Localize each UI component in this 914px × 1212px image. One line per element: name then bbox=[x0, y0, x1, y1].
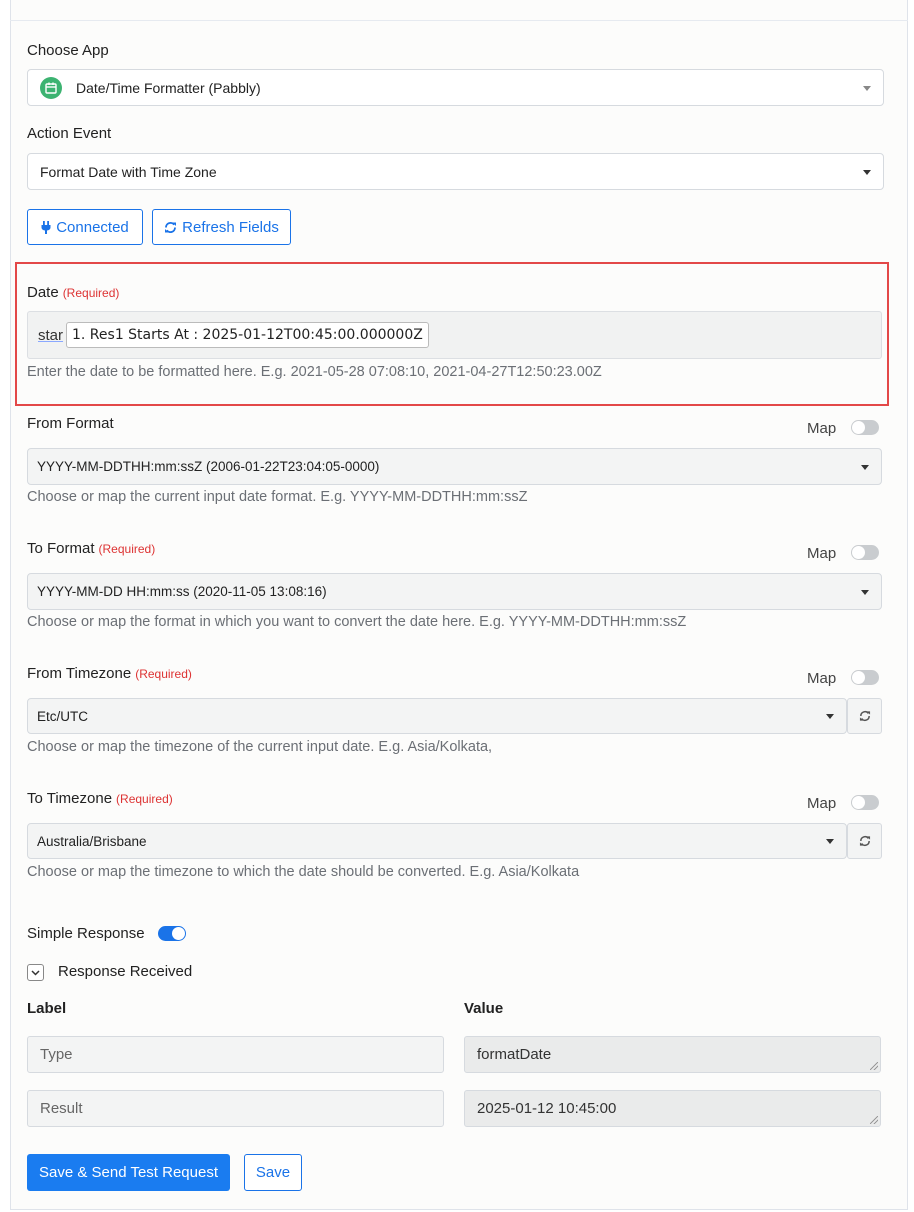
from-format-select[interactable]: YYYY-MM-DDTHH:mm:ssZ (2006-01-22T23:04:0… bbox=[27, 448, 882, 485]
date-label: Date (Required) bbox=[27, 284, 119, 301]
action-event-value: Format Date with Time Zone bbox=[40, 163, 217, 180]
map-label: Map bbox=[807, 670, 837, 687]
required-marker: (Required) bbox=[98, 542, 156, 556]
map-label: Map bbox=[807, 420, 837, 437]
date-label-text: Date bbox=[27, 284, 59, 301]
chevron-down-icon bbox=[31, 969, 40, 976]
chevron-down-icon bbox=[863, 85, 871, 91]
to-format-label: To Format (Required) bbox=[27, 540, 155, 557]
to-timezone-value: Australia/Brisbane bbox=[37, 833, 147, 849]
from-timezone-label-text: From Timezone bbox=[27, 665, 132, 682]
connected-label: Connected bbox=[56, 218, 129, 236]
action-event-select[interactable]: Format Date with Time Zone bbox=[27, 153, 884, 190]
required-marker: (Required) bbox=[135, 667, 192, 681]
response-value-text: formatDate bbox=[477, 1046, 552, 1063]
response-collapse-toggle[interactable] bbox=[27, 964, 44, 981]
refresh-fields-label: Refresh Fields bbox=[182, 218, 279, 236]
refresh-icon bbox=[859, 711, 870, 721]
from-format-value: YYYY-MM-DDTHH:mm:ssZ (2006-01-22T23:04:0… bbox=[37, 459, 380, 474]
response-label-field[interactable]: Result bbox=[27, 1090, 444, 1127]
plug-icon bbox=[41, 220, 51, 234]
response-value-text: 2025-01-12 10:45:00 bbox=[477, 1100, 617, 1117]
chevron-down-icon bbox=[826, 839, 834, 844]
to-timezone-hint: Choose or map the timezone to which the … bbox=[27, 864, 580, 880]
chevron-down-icon bbox=[826, 714, 834, 719]
calendar-icon bbox=[40, 76, 62, 99]
simple-response-label: Simple Response bbox=[27, 925, 145, 942]
refresh-timezones-button[interactable] bbox=[847, 823, 882, 859]
save-send-test-request-button[interactable]: Save & Send Test Request bbox=[27, 1154, 230, 1191]
column-header-value: Value bbox=[464, 1000, 504, 1017]
chevron-down-icon bbox=[861, 464, 869, 470]
from-format-hint: Choose or map the current input date for… bbox=[27, 489, 528, 505]
from-format-map-toggle[interactable] bbox=[851, 420, 879, 435]
to-format-value: YYYY-MM-DD HH:mm:ss (2020-11-05 13:08:16… bbox=[37, 584, 327, 599]
response-value-field[interactable]: 2025-01-12 10:45:00 bbox=[464, 1090, 881, 1127]
response-value-field[interactable]: formatDate bbox=[464, 1036, 881, 1073]
from-timezone-value: Etc/UTC bbox=[37, 708, 89, 724]
divider bbox=[10, 20, 908, 21]
resize-handle-icon[interactable] bbox=[870, 1116, 878, 1124]
to-format-hint: Choose or map the format in which you wa… bbox=[27, 614, 687, 630]
from-timezone-label: From Timezone (Required) bbox=[27, 665, 192, 682]
action-event-label: Action Event bbox=[27, 125, 112, 142]
refresh-icon bbox=[859, 836, 870, 846]
chevron-down-icon bbox=[861, 589, 869, 595]
refresh-timezones-button[interactable] bbox=[847, 698, 882, 734]
from-timezone-select[interactable]: Etc/UTC bbox=[27, 698, 847, 734]
to-timezone-label: To Timezone (Required) bbox=[27, 790, 173, 807]
connected-button[interactable]: Connected bbox=[27, 209, 143, 245]
choose-app-value: Date/Time Formatter (Pabbly) bbox=[76, 79, 261, 96]
to-timezone-select[interactable]: Australia/Brisbane bbox=[27, 823, 847, 859]
response-received-label: Response Received bbox=[58, 963, 193, 980]
date-input[interactable]: star 1. Res1 Starts At : 2025-01-12T00:4… bbox=[27, 311, 882, 359]
column-header-label: Label bbox=[27, 1000, 67, 1017]
choose-app-select[interactable]: Date/Time Formatter (Pabbly) bbox=[27, 69, 884, 106]
to-timezone-map-toggle[interactable] bbox=[851, 795, 879, 810]
simple-response-toggle[interactable] bbox=[158, 926, 186, 941]
from-timezone-map-toggle[interactable] bbox=[851, 670, 879, 685]
to-format-label-text: To Format bbox=[27, 540, 95, 557]
refresh-icon bbox=[165, 221, 177, 233]
map-label: Map bbox=[807, 795, 837, 812]
from-format-label: From Format bbox=[27, 415, 114, 432]
refresh-fields-button[interactable]: Refresh Fields bbox=[152, 209, 291, 245]
date-hint: Enter the date to be formatted here. E.g… bbox=[27, 364, 602, 380]
from-timezone-hint: Choose or map the timezone of the curren… bbox=[27, 739, 493, 755]
map-label: Map bbox=[807, 545, 837, 562]
save-button[interactable]: Save bbox=[244, 1154, 302, 1191]
required-marker: (Required) bbox=[62, 286, 120, 300]
to-format-select[interactable]: YYYY-MM-DD HH:mm:ss (2020-11-05 13:08:16… bbox=[27, 573, 882, 610]
response-label-field[interactable]: Type bbox=[27, 1036, 444, 1073]
date-prefix-text: star bbox=[38, 327, 64, 344]
resize-handle-icon[interactable] bbox=[870, 1062, 878, 1070]
choose-app-label: Choose App bbox=[27, 42, 109, 59]
mapped-field-pill[interactable]: 1. Res1 Starts At : 2025-01-12T00:45:00.… bbox=[66, 322, 429, 348]
to-format-map-toggle[interactable] bbox=[851, 545, 879, 560]
to-timezone-label-text: To Timezone bbox=[27, 790, 113, 807]
required-marker: (Required) bbox=[116, 792, 173, 806]
chevron-down-icon bbox=[863, 169, 871, 175]
